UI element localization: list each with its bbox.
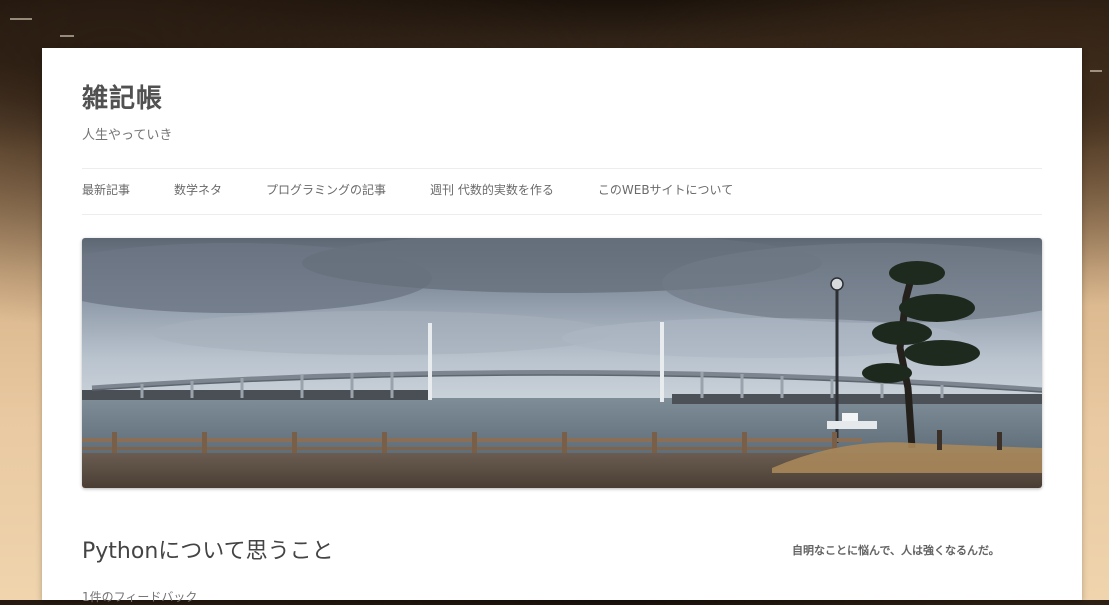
site-title[interactable]: 雑記帳 [82, 78, 163, 115]
nav-item-math[interactable]: 数学ネタ [174, 169, 222, 212]
comments-link[interactable]: 1件のフィードバック [82, 588, 197, 605]
post-title[interactable]: Pythonについて思うこと [82, 533, 334, 565]
header-image [82, 238, 1042, 488]
nav-item-latest[interactable]: 最新記事 [82, 169, 130, 212]
nav-item-programming[interactable]: プログラミングの記事 [266, 169, 386, 212]
site-description: 人生やっていき [82, 128, 173, 143]
background-streak [60, 35, 74, 37]
sidebar-widget-text: 自明なことに悩んで、人は強くなるんだ。 [792, 544, 1000, 557]
page-container: 雑記帳 人生やっていき 最新記事 数学ネタ プログラミングの記事 週刊 代数的実… [42, 48, 1082, 604]
main-navigation: 最新記事 数学ネタ プログラミングの記事 週刊 代数的実数を作る このWEBサイ… [82, 168, 1042, 215]
background-streak [10, 18, 32, 20]
nav-item-about[interactable]: このWEBサイトについて [598, 169, 733, 212]
nav-item-algebraic-numbers[interactable]: 週刊 代数的実数を作る [430, 169, 554, 212]
background-streak [1090, 70, 1102, 72]
